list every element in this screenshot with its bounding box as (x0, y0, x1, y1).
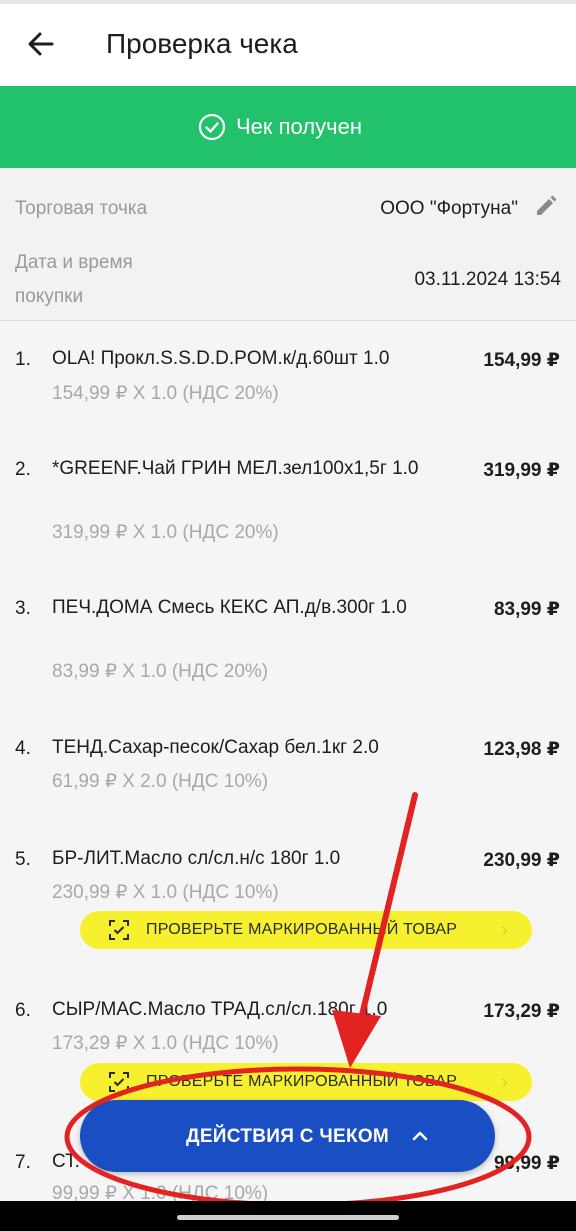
actions-button-label: ДЕЙСТВИЯ С ЧЕКОМ (186, 1126, 390, 1147)
item-total: 230,99 ₽ (483, 850, 560, 871)
item-name: *GREENF.Чай ГРИН МЕЛ.зел100х1,5г 1.0 (52, 458, 419, 479)
scan-check-icon (109, 1072, 129, 1092)
item-name: ТЕНД.Сахар-песок/Сахар бел.1кг 2.0 (52, 737, 379, 758)
page-title: Проверка чека (106, 28, 298, 59)
receipt-actions-button[interactable]: ДЕЙСТВИЯ С ЧЕКОМ (80, 1100, 495, 1172)
item-number: 3. (15, 598, 31, 619)
item-name: ПЕЧ.ДОМА Смесь КЕКС АП.д/в.300г 1.0 (52, 597, 407, 618)
home-gesture-handle[interactable] (177, 1215, 399, 1220)
chevron-up-icon (412, 1131, 428, 1141)
item-number: 1. (15, 349, 31, 370)
item-total: 83,99 ₽ (493, 599, 560, 620)
datetime-value: 03.11.2024 13:54 (414, 269, 561, 290)
scan-check-icon (109, 920, 129, 940)
mark-button-label: ПРОВЕРЬТЕ МАРКИРОВАННЫЙ ТОВАР (146, 1073, 458, 1090)
item-price-detail: 83,99 ₽ X 1.0 (НДС 20%) (52, 661, 269, 682)
datetime-label: Дата и время (15, 252, 133, 273)
back-button[interactable] (22, 22, 62, 66)
receipt-info: Торговая точка ООО "Фортуна" Дата и врем… (0, 168, 576, 321)
item-number: 7. (15, 1152, 31, 1173)
check-marked-goods-button[interactable]: ПРОВЕРЬТЕ МАРКИРОВАННЫЙ ТОВАР › (80, 1063, 532, 1101)
item-name: БР-ЛИТ.Масло сл/сл.н/с 180г 1.0 (52, 848, 341, 869)
pencil-icon (537, 195, 557, 215)
item-total: 99,99 ₽ (493, 1153, 560, 1174)
item-price-detail: 61,99 ₽ X 2.0 (НДС 10%) (52, 771, 269, 792)
item-price-detail: 154,99 ₽ X 1.0 (НДС 20%) (52, 383, 279, 404)
edit-store-button[interactable] (534, 194, 558, 218)
system-nav-bar (0, 1201, 576, 1231)
datetime-label-cont: покупки (15, 286, 84, 307)
mark-button-label: ПРОВЕРЬТЕ МАРКИРОВАННЫЙ ТОВАР (146, 921, 458, 938)
status-banner: Чек получен (0, 86, 576, 168)
item-number: 4. (15, 738, 31, 759)
arrow-left-icon (28, 32, 54, 56)
item-number: 2. (15, 459, 31, 480)
item-name: OLA! Прокл.S.S.D.D.POM.к/д.60шт 1.0 (52, 348, 390, 369)
chevron-right-icon: › (501, 1071, 508, 1093)
store-value: ООО "Фортуна" (380, 198, 518, 219)
status-text: Чек получен (236, 114, 362, 139)
item-number: 5. (15, 849, 31, 870)
check-circle-icon (198, 113, 226, 141)
item-total: 123,98 ₽ (483, 739, 560, 760)
item-number: 6. (15, 1000, 31, 1021)
item-price-detail: 173,29 ₽ X 1.0 (НДС 10%) (52, 1033, 279, 1054)
check-marked-goods-button[interactable]: ПРОВЕРЬТЕ МАРКИРОВАННЫЙ ТОВАР › (80, 911, 532, 949)
item-price-detail: 230,99 ₽ X 1.0 (НДС 10%) (52, 882, 279, 903)
app-bar: Проверка чека (0, 4, 576, 87)
item-total: 173,29 ₽ (483, 1001, 560, 1022)
item-total: 319,99 ₽ (483, 460, 560, 481)
item-name: СЫР/МАС.Масло ТРАД.сл/сл.180г 1.0 (52, 999, 388, 1020)
item-total: 154,99 ₽ (483, 350, 560, 371)
item-price-detail: 319,99 ₽ X 1.0 (НДС 20%) (52, 522, 279, 543)
chevron-right-icon: › (501, 919, 508, 941)
store-label: Торговая точка (15, 198, 148, 219)
receipt-items: 1. OLA! Прокл.S.S.D.D.POM.к/д.60шт 1.0 1… (0, 321, 576, 1204)
